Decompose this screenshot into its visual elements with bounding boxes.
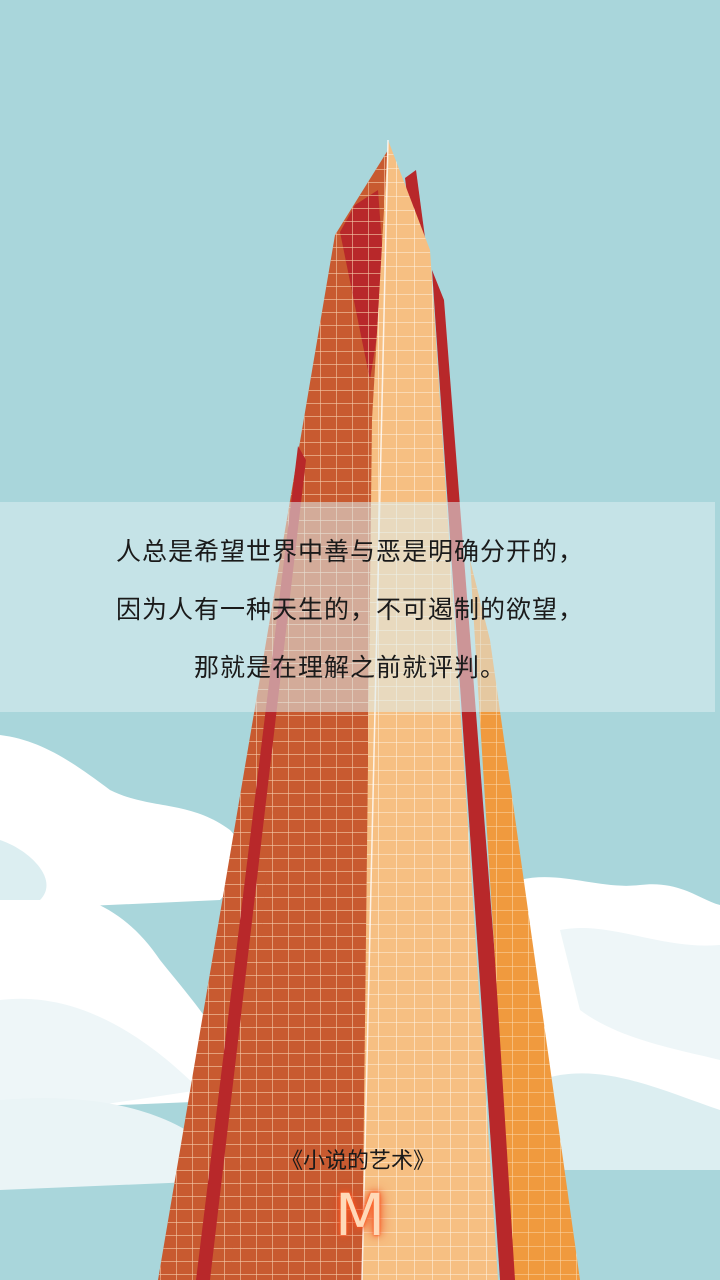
book-title: 《小说的艺术》: [280, 1149, 435, 1174]
quote-line-2: 因为人有一种天生的，不可遏制的欲望，: [115, 595, 584, 624]
quote-panel: 人总是希望世界中善与恶是明确分开的， 因为人有一种天生的，不可遏制的欲望， 那就…: [0, 502, 715, 712]
quote-line-3: 那就是在理解之前就评判。: [193, 653, 506, 682]
quote-line-1: 人总是希望世界中善与恶是明确分开的，: [115, 537, 584, 566]
neon-m-logo: M: [334, 1181, 386, 1249]
